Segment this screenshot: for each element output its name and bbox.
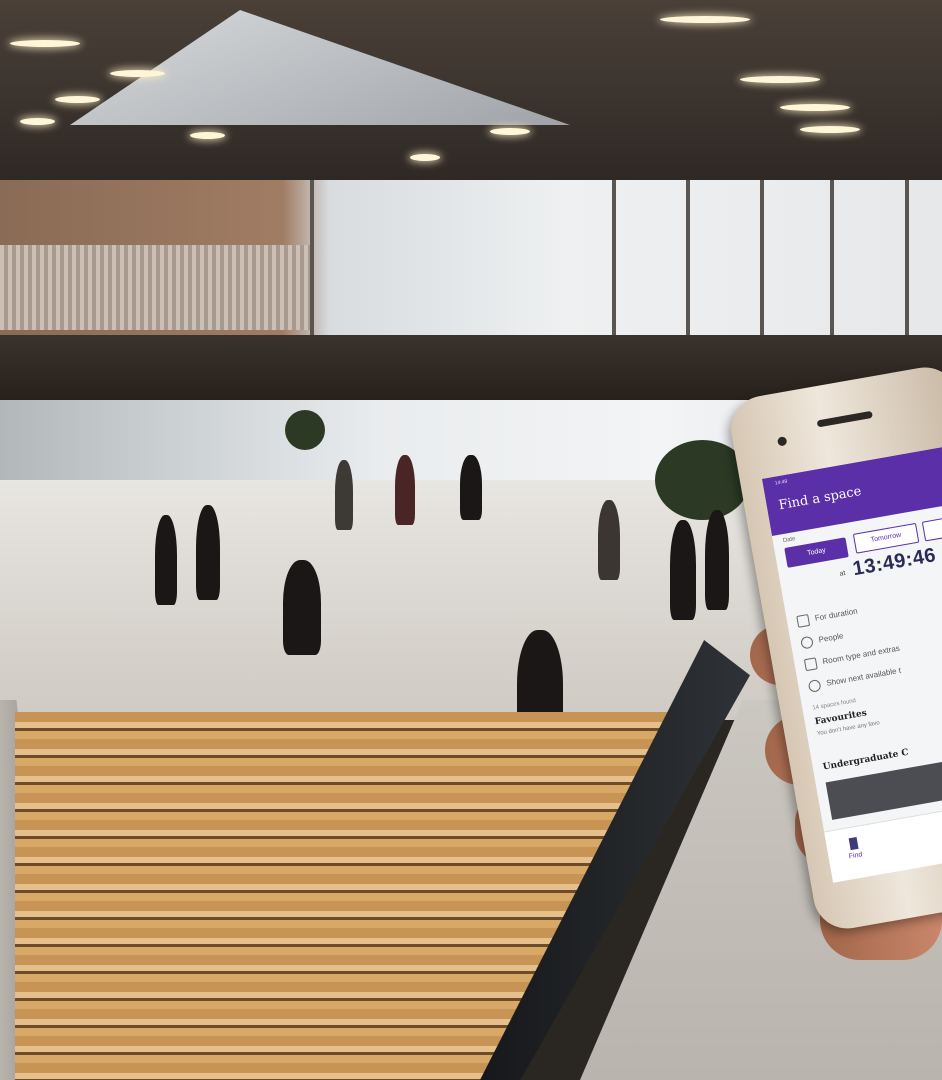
front-camera	[776, 436, 788, 447]
speaker-grille	[816, 410, 873, 428]
window-frame	[686, 180, 690, 335]
at-label: at	[839, 569, 847, 578]
find-icon	[848, 836, 859, 851]
ceiling-lamp	[410, 154, 440, 161]
filter-label: Room type and extras	[821, 643, 901, 667]
ceiling-lamp	[660, 16, 750, 23]
results-count: 14 spaces found	[812, 698, 857, 712]
person	[705, 510, 729, 610]
other-date-button[interactable]	[921, 511, 942, 542]
person	[670, 520, 696, 620]
person	[395, 455, 415, 525]
app-title: Find a space	[777, 483, 863, 514]
balcony-panels	[0, 245, 310, 330]
ceiling-lamp	[20, 118, 55, 125]
ceiling-lamp	[800, 126, 860, 133]
ceiling-lamp	[110, 70, 165, 77]
person	[598, 500, 620, 580]
window-frame	[830, 180, 834, 335]
person	[196, 505, 220, 600]
person	[335, 460, 353, 530]
ceiling-lamp	[10, 40, 80, 47]
person	[283, 560, 321, 655]
status-bar-time: 14:49	[774, 478, 788, 487]
people-icon	[800, 635, 814, 650]
person	[460, 455, 482, 520]
window-frame	[310, 180, 314, 335]
space-card[interactable]	[825, 761, 942, 820]
tab-find[interactable]: Find	[846, 836, 863, 861]
ceiling-lamp	[740, 76, 820, 83]
filter-duration[interactable]: For duration	[796, 604, 859, 628]
date-label: Date	[782, 536, 797, 545]
filter-people[interactable]: People	[800, 629, 845, 650]
window-frame	[612, 180, 616, 335]
filter-label: People	[817, 631, 845, 645]
tab-find-label: Find	[848, 851, 863, 861]
clock-icon	[807, 678, 822, 693]
ceiling-lamp	[490, 128, 530, 135]
window-frame	[905, 180, 909, 335]
photo-background: 14:49 Find a space Date Today Tomorrow a…	[0, 0, 942, 1080]
plant	[285, 410, 325, 450]
ceiling-lamp	[55, 96, 100, 103]
person	[155, 515, 177, 605]
filter-label: For duration	[814, 606, 859, 623]
ceiling-lamp	[190, 132, 225, 139]
room-icon	[803, 657, 818, 672]
ceiling-lamp	[780, 104, 850, 111]
filter-label: Show next available t	[825, 665, 902, 688]
window-frame	[760, 180, 764, 335]
hourglass-icon	[796, 613, 811, 628]
